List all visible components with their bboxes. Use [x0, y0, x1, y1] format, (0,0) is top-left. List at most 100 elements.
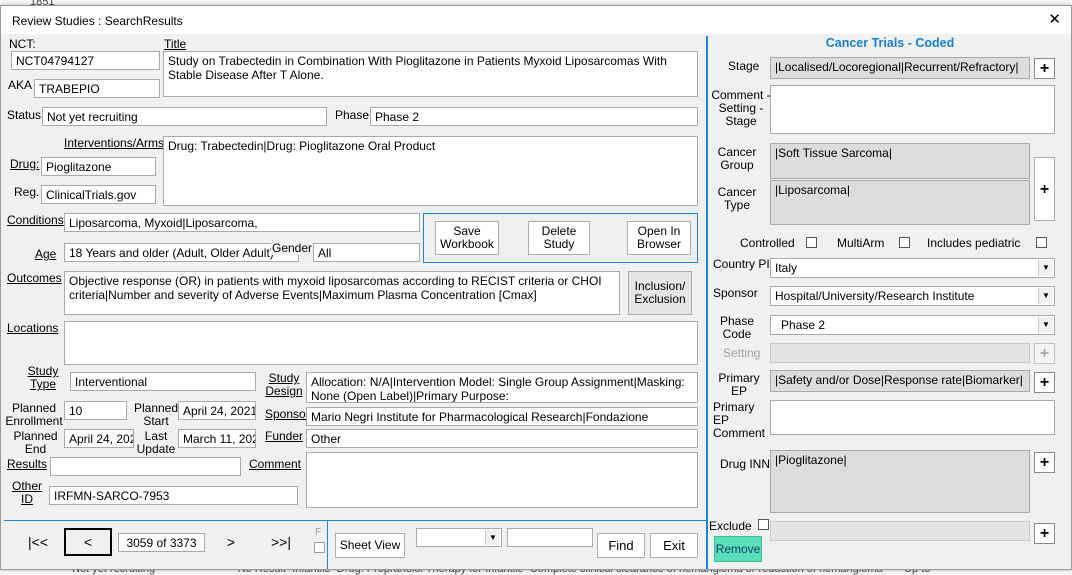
locations-field[interactable] — [64, 321, 698, 365]
includes-pediatric-label: Includes pediatric — [927, 236, 1021, 250]
setting-label: Setting — [723, 346, 761, 360]
cancer-type-field[interactable]: |Liposarcoma| — [770, 180, 1030, 225]
primary-ep-comment-label: Primary EP Comment — [713, 400, 766, 440]
sheet-view-button[interactable]: Sheet View — [335, 533, 405, 558]
add-stage-button[interactable]: + — [1034, 58, 1055, 79]
aka-field[interactable]: TRABEPIO — [34, 79, 160, 98]
status-field[interactable]: Not yet recruiting — [42, 107, 327, 126]
cancer-group-label: Cancer Group — [717, 145, 757, 172]
results-label: Results — [7, 457, 48, 471]
results-field[interactable] — [50, 457, 241, 476]
planned-end-field[interactable]: April 24, 2023 — [64, 429, 134, 448]
drug-field[interactable]: Pioglitazone — [41, 157, 156, 176]
exit-button[interactable]: Exit — [650, 533, 698, 558]
sponsor-label: Sponsor — [265, 407, 310, 421]
conditions-field[interactable]: Liposarcoma, Myxoid|Liposarcoma, — [64, 213, 420, 232]
country-pi-select[interactable]: Italy ▼ — [770, 258, 1055, 278]
gender-label: Gender — [271, 241, 314, 255]
comment-setting-stage-field[interactable] — [770, 85, 1055, 134]
controlled-label: Controlled — [740, 236, 795, 250]
study-design-field[interactable]: Allocation: N/A|Intervention Model: Sing… — [306, 372, 698, 403]
reg-field[interactable]: ClinicalTrials.gov — [41, 185, 156, 204]
phase-code-select[interactable]: Phase 2 ▼ — [770, 315, 1055, 335]
last-update-field[interactable]: March 11, 2021 — [178, 429, 256, 448]
planned-enrollment-field[interactable]: 10 — [64, 401, 127, 420]
add-primary-ep-button[interactable]: + — [1034, 372, 1055, 393]
inclusion-exclusion-button[interactable]: Inclusion/ Exclusion — [628, 271, 692, 315]
status-label: Status — [7, 108, 42, 122]
age-field[interactable]: 18 Years and older (Adult, Older Adult) — [64, 243, 299, 262]
other-id-label: Other ID — [11, 479, 42, 506]
stage-label: Stage — [728, 59, 760, 73]
nct-field[interactable]: NCT04794127 — [11, 51, 160, 70]
controlled-checkbox[interactable] — [806, 237, 817, 248]
reg-label: Reg. — [14, 185, 40, 199]
includes-pediatric-checkbox[interactable] — [1036, 237, 1047, 248]
remove-button[interactable]: Remove — [714, 536, 762, 562]
outcomes-field[interactable]: Objective response (OR) in patients with… — [64, 271, 620, 315]
cancer-trials-header: Cancer Trials - Coded — [825, 36, 955, 50]
conditions-label: Conditions — [7, 213, 64, 227]
cancer-group-field[interactable]: |Soft Tissue Sarcoma| — [770, 143, 1030, 179]
nct-label: NCT: — [9, 37, 36, 51]
primary-ep-field[interactable]: |Safety and/or Dose|Response rate|Biomar… — [770, 370, 1030, 392]
title-field[interactable]: Study on Trabectedin in Combination With… — [163, 51, 698, 97]
study-type-field[interactable]: Interventional — [70, 372, 256, 391]
delete-study-button[interactable]: Delete Study — [528, 221, 590, 255]
drug-inn-field[interactable]: |Pioglitazone| — [770, 450, 1030, 513]
cancer-type-label: Cancer Type — [717, 185, 757, 212]
study-type-label: Study Type — [27, 364, 59, 391]
chevron-down-icon: ▼ — [1038, 317, 1053, 333]
planned-end-label: Planned End — [13, 429, 58, 456]
sheet-combo[interactable]: ▼ — [416, 528, 502, 547]
phase-code-label: Phase Code — [719, 314, 755, 341]
exclude-checkbox[interactable] — [758, 519, 769, 530]
planned-start-field[interactable]: April 24, 2021 — [178, 401, 256, 420]
sponsor-type-select[interactable]: Hospital/University/Research Institute ▼ — [770, 286, 1055, 306]
phase-label: Phase — [335, 108, 370, 122]
funder-field[interactable]: Other — [306, 429, 698, 448]
add-drug-inn-button[interactable]: + — [1034, 452, 1055, 473]
exclude-field — [770, 521, 1030, 541]
open-in-browser-button[interactable]: Open In Browser — [627, 221, 691, 255]
multiarm-label: MultiArm — [837, 236, 885, 250]
filter-label: F — [315, 527, 322, 538]
next-record-button[interactable]: > — [209, 530, 253, 555]
review-studies-dialog: Review Studies : SearchResults ✕ NCT: NC… — [0, 5, 1072, 570]
planned-enrollment-label: Planned Enrollment — [5, 401, 63, 428]
funder-label: Funder — [265, 429, 304, 443]
outcomes-label: Outcomes — [7, 271, 62, 285]
close-icon[interactable]: ✕ — [1048, 10, 1061, 28]
primary-ep-comment-field[interactable] — [770, 400, 1055, 435]
last-record-button[interactable]: >>| — [256, 530, 306, 555]
comment-field[interactable] — [306, 452, 698, 508]
title-label: Title — [164, 37, 187, 51]
nav-divider — [4, 520, 706, 521]
locations-label: Locations — [7, 321, 59, 335]
previous-record-button[interactable]: < — [64, 528, 112, 556]
interventions-label: Interventions/Arms: — [64, 136, 168, 150]
sponsor-field[interactable]: Mario Negri Institute for Pharmacologica… — [306, 407, 698, 426]
save-workbook-button[interactable]: Save Workbook — [435, 221, 499, 255]
panel-divider — [706, 36, 708, 569]
first-record-button[interactable]: |<< — [13, 530, 63, 555]
gender-field[interactable]: All — [313, 243, 420, 262]
find-button[interactable]: Find — [597, 533, 645, 558]
multiarm-checkbox[interactable] — [899, 237, 910, 248]
find-input[interactable] — [507, 528, 593, 547]
aka-label: AKA — [8, 78, 33, 92]
phase-field[interactable]: Phase 2 — [370, 107, 698, 126]
add-cancer-type-button[interactable]: + — [1034, 157, 1055, 221]
interventions-field[interactable]: Drug: Trabectedin|Drug: Pioglitazone Ora… — [163, 136, 698, 206]
phase-code-value: Phase 2 — [781, 318, 826, 332]
stage-field[interactable]: |Localised/Locoregional|Recurrent/Refrac… — [770, 57, 1030, 79]
record-counter: 3059 of 3373 — [118, 533, 205, 552]
filter-checkbox[interactable] — [314, 542, 325, 553]
chevron-down-icon: ▼ — [485, 530, 500, 545]
study-design-label: Study Design — [265, 371, 303, 398]
country-pi-value: Italy — [775, 261, 798, 275]
comment-setting-stage-label: Comment - Setting - Stage — [711, 88, 771, 128]
add-exclude-button[interactable]: + — [1034, 523, 1055, 544]
add-setting-button: + — [1034, 343, 1055, 364]
other-id-field[interactable]: IRFMN-SARCO-7953 — [49, 486, 298, 505]
